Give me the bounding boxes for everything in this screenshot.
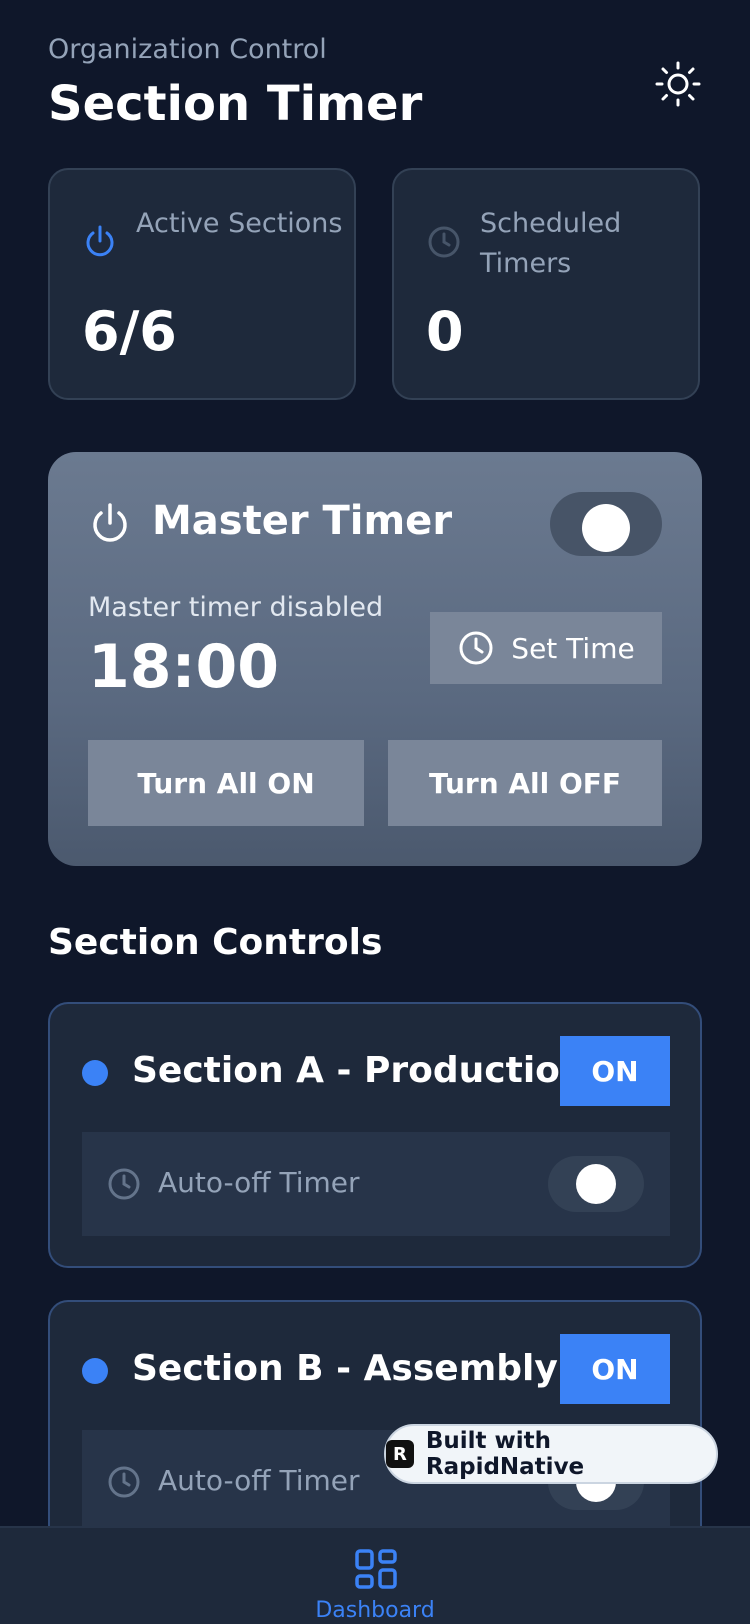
rapidnative-logo-icon: R — [386, 1440, 414, 1468]
master-timer-toggle[interactable] — [550, 492, 662, 556]
page-subtitle: Organization Control — [48, 34, 327, 65]
turn-all-on-button[interactable]: Turn All ON — [88, 740, 364, 826]
section-name: Section B - Assembly — [132, 1348, 558, 1389]
built-with-badge[interactable]: R Built with RapidNative — [384, 1424, 718, 1484]
section-card-a: Section A - Production ON Auto-off Timer — [48, 1002, 702, 1268]
badge-label: Built with RapidNative — [425, 1428, 585, 1480]
section-name: Section A - Production — [132, 1050, 586, 1091]
clock-icon — [459, 631, 493, 665]
scheduled-timers-card: Scheduled Timers 0 — [392, 168, 700, 400]
set-time-label: Set Time — [511, 631, 635, 665]
set-time-button[interactable]: Set Time — [430, 612, 662, 684]
nav-item-dashboard[interactable]: Dashboard — [0, 1598, 750, 1623]
auto-off-row: Auto-off Timer — [82, 1132, 670, 1236]
stat-label: Active Sections — [136, 208, 343, 239]
master-timer-title: Master Timer — [152, 498, 453, 544]
bottom-nav: Dashboard — [0, 1526, 750, 1624]
clock-icon — [426, 224, 462, 260]
auto-off-label: Auto-off Timer — [158, 1464, 360, 1497]
turn-all-off-button[interactable]: Turn All OFF — [388, 740, 662, 826]
auto-off-toggle[interactable] — [548, 1156, 644, 1212]
power-icon — [82, 224, 118, 260]
section-on-button[interactable]: ON — [560, 1036, 670, 1106]
page-title: Section Timer — [48, 76, 423, 132]
clock-icon — [108, 1466, 140, 1498]
status-dot — [82, 1060, 108, 1086]
toggle-knob — [582, 504, 630, 552]
section-on-button[interactable]: ON — [560, 1334, 670, 1404]
active-sections-card: Active Sections 6/6 — [48, 168, 356, 400]
master-timer-card: Master Timer Master timer disabled 18:00… — [48, 452, 702, 866]
stat-value: 0 — [426, 300, 464, 363]
stat-value: 6/6 — [82, 300, 177, 363]
master-timer-time: 18:00 — [88, 632, 279, 702]
clock-icon — [108, 1168, 140, 1200]
power-icon — [88, 502, 132, 546]
auto-off-label: Auto-off Timer — [158, 1166, 360, 1199]
status-dot — [82, 1358, 108, 1384]
toggle-knob — [576, 1164, 616, 1204]
master-timer-status: Master timer disabled — [88, 592, 384, 623]
sun-icon[interactable] — [654, 60, 702, 108]
stat-label: Scheduled Timers — [480, 208, 622, 279]
section-controls-heading: Section Controls — [48, 922, 383, 963]
grid-icon[interactable] — [354, 1548, 398, 1592]
